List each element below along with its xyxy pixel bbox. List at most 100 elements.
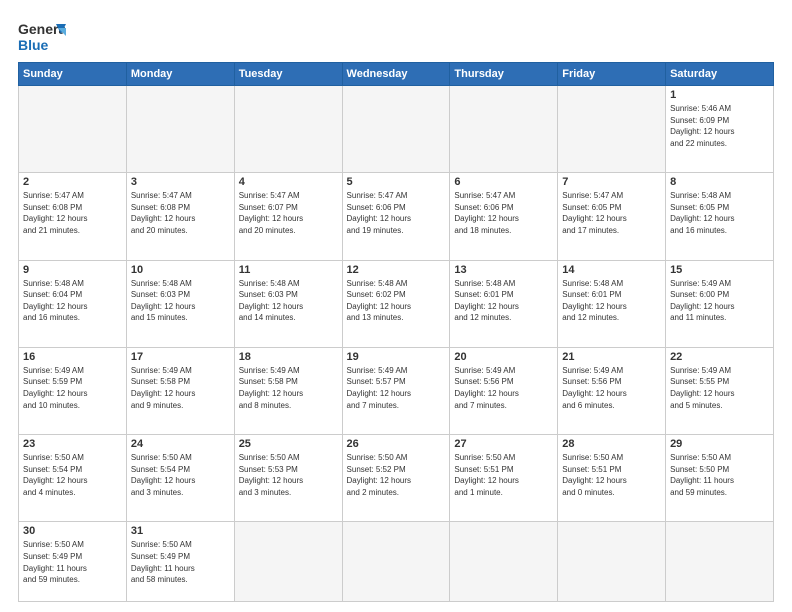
day-info: Sunrise: 5:50 AM Sunset: 5:49 PM Dayligh… [23, 539, 122, 585]
day-number: 6 [454, 176, 553, 188]
day-info: Sunrise: 5:48 AM Sunset: 6:02 PM Dayligh… [347, 278, 446, 324]
day-info: Sunrise: 5:50 AM Sunset: 5:54 PM Dayligh… [131, 452, 230, 498]
calendar-cell [558, 86, 666, 173]
calendar-cell: 16 Sunrise: 5:49 AM Sunset: 5:59 PM Dayli… [19, 347, 127, 434]
weekday-header: Saturday [666, 63, 774, 86]
day-info: Sunrise: 5:48 AM Sunset: 6:01 PM Dayligh… [454, 278, 553, 324]
header: General Blue [18, 16, 774, 54]
calendar-cell: 19Sunrise: 5:49 AM Sunset: 5:57 PM Dayli… [342, 347, 450, 434]
day-info: Sunrise: 5:50 AM Sunset: 5:54 PM Dayligh… [23, 452, 122, 498]
day-number: 28 [562, 438, 661, 450]
calendar-cell: 8 Sunrise: 5:48 AM Sunset: 6:05 PM Daylig… [666, 173, 774, 260]
day-info: Sunrise: 5:49 AM Sunset: 5:55 PM Dayligh… [670, 365, 769, 411]
day-info: Sunrise: 5:47 AM Sunset: 6:08 PM Dayligh… [23, 190, 122, 236]
day-number: 30 [23, 525, 122, 537]
day-info: Sunrise: 5:49 AM Sunset: 6:00 PM Dayligh… [670, 278, 769, 324]
calendar-cell [558, 522, 666, 602]
day-info: Sunrise: 5:49 AM Sunset: 5:59 PM Dayligh… [23, 365, 122, 411]
day-info: Sunrise: 5:49 AM Sunset: 5:58 PM Dayligh… [239, 365, 338, 411]
day-number: 7 [562, 176, 661, 188]
day-info: Sunrise: 5:47 AM Sunset: 6:07 PM Dayligh… [239, 190, 338, 236]
day-number: 21 [562, 351, 661, 363]
day-number: 31 [131, 525, 230, 537]
day-number: 3 [131, 176, 230, 188]
day-info: Sunrise: 5:50 AM Sunset: 5:49 PM Dayligh… [131, 539, 230, 585]
calendar-cell: 6 Sunrise: 5:47 AM Sunset: 6:06 PM Daylig… [450, 173, 558, 260]
calendar-cell: 20 Sunrise: 5:49 AM Sunset: 5:56 PM Dayli… [450, 347, 558, 434]
calendar-cell: 1 Sunrise: 5:46 AM Sunset: 6:09 PM Daylig… [666, 86, 774, 173]
day-info: Sunrise: 5:47 AM Sunset: 6:06 PM Dayligh… [347, 190, 446, 236]
calendar-cell [450, 86, 558, 173]
day-number: 22 [670, 351, 769, 363]
logo: General Blue [18, 16, 66, 54]
day-number: 13 [454, 264, 553, 276]
calendar-cell: 24Sunrise: 5:50 AM Sunset: 5:54 PM Dayli… [126, 435, 234, 522]
calendar-cell: 29 Sunrise: 5:50 AM Sunset: 5:50 PM Dayli… [666, 435, 774, 522]
day-info: Sunrise: 5:47 AM Sunset: 6:06 PM Dayligh… [454, 190, 553, 236]
day-info: Sunrise: 5:50 AM Sunset: 5:50 PM Dayligh… [670, 452, 769, 498]
day-info: Sunrise: 5:49 AM Sunset: 5:56 PM Dayligh… [454, 365, 553, 411]
calendar-cell: 4 Sunrise: 5:47 AM Sunset: 6:07 PM Daylig… [234, 173, 342, 260]
calendar-cell: 25Sunrise: 5:50 AM Sunset: 5:53 PM Dayli… [234, 435, 342, 522]
calendar-cell: 9Sunrise: 5:48 AM Sunset: 6:04 PM Daylig… [19, 260, 127, 347]
weekday-header: Thursday [450, 63, 558, 86]
day-number: 16 [23, 351, 122, 363]
day-info: Sunrise: 5:50 AM Sunset: 5:53 PM Dayligh… [239, 452, 338, 498]
day-number: 29 [670, 438, 769, 450]
weekday-header: Friday [558, 63, 666, 86]
day-number: 12 [347, 264, 446, 276]
weekday-header: Wednesday [342, 63, 450, 86]
calendar-cell: 14 Sunrise: 5:48 AM Sunset: 6:01 PM Dayli… [558, 260, 666, 347]
day-number: 10 [131, 264, 230, 276]
day-info: Sunrise: 5:48 AM Sunset: 6:05 PM Dayligh… [670, 190, 769, 236]
calendar-cell [342, 522, 450, 602]
calendar-cell [19, 86, 127, 173]
day-info: Sunrise: 5:49 AM Sunset: 5:56 PM Dayligh… [562, 365, 661, 411]
day-number: 26 [347, 438, 446, 450]
day-info: Sunrise: 5:47 AM Sunset: 6:08 PM Dayligh… [131, 190, 230, 236]
calendar-cell [342, 86, 450, 173]
calendar-cell: 2 Sunrise: 5:47 AM Sunset: 6:08 PM Daylig… [19, 173, 127, 260]
day-number: 8 [670, 176, 769, 188]
svg-text:Blue: Blue [18, 37, 49, 53]
calendar-cell: 13 Sunrise: 5:48 AM Sunset: 6:01 PM Dayli… [450, 260, 558, 347]
day-number: 15 [670, 264, 769, 276]
weekday-header: Monday [126, 63, 234, 86]
day-info: Sunrise: 5:47 AM Sunset: 6:05 PM Dayligh… [562, 190, 661, 236]
calendar-cell [126, 86, 234, 173]
day-info: Sunrise: 5:50 AM Sunset: 5:51 PM Dayligh… [562, 452, 661, 498]
calendar-cell: 10 Sunrise: 5:48 AM Sunset: 6:03 PM Dayli… [126, 260, 234, 347]
calendar-cell: 3 Sunrise: 5:47 AM Sunset: 6:08 PM Daylig… [126, 173, 234, 260]
calendar-cell: 23 Sunrise: 5:50 AM Sunset: 5:54 PM Dayli… [19, 435, 127, 522]
day-number: 23 [23, 438, 122, 450]
day-number: 14 [562, 264, 661, 276]
day-info: Sunrise: 5:48 AM Sunset: 6:01 PM Dayligh… [562, 278, 661, 324]
day-info: Sunrise: 5:48 AM Sunset: 6:03 PM Dayligh… [131, 278, 230, 324]
day-number: 2 [23, 176, 122, 188]
day-info: Sunrise: 5:46 AM Sunset: 6:09 PM Dayligh… [670, 103, 769, 149]
day-number: 18 [239, 351, 338, 363]
calendar-cell: 22 Sunrise: 5:49 AM Sunset: 5:55 PM Dayli… [666, 347, 774, 434]
day-number: 5 [347, 176, 446, 188]
calendar-cell [666, 522, 774, 602]
calendar-cell: 31 Sunrise: 5:50 AM Sunset: 5:49 PM Dayli… [126, 522, 234, 602]
day-info: Sunrise: 5:50 AM Sunset: 5:52 PM Dayligh… [347, 452, 446, 498]
calendar-cell: 15 Sunrise: 5:49 AM Sunset: 6:00 PM Dayli… [666, 260, 774, 347]
day-info: Sunrise: 5:49 AM Sunset: 5:57 PM Dayligh… [347, 365, 446, 411]
calendar-cell: 27 Sunrise: 5:50 AM Sunset: 5:51 PM Dayli… [450, 435, 558, 522]
day-info: Sunrise: 5:48 AM Sunset: 6:04 PM Dayligh… [23, 278, 122, 324]
day-info: Sunrise: 5:50 AM Sunset: 5:51 PM Dayligh… [454, 452, 553, 498]
calendar-cell: 17Sunrise: 5:49 AM Sunset: 5:58 PM Dayli… [126, 347, 234, 434]
day-number: 1 [670, 89, 769, 101]
weekday-header: Sunday [19, 63, 127, 86]
page: General Blue SundayMondayTuesdayWednesda… [0, 0, 792, 612]
weekday-header: Tuesday [234, 63, 342, 86]
day-number: 27 [454, 438, 553, 450]
calendar-cell: 12 Sunrise: 5:48 AM Sunset: 6:02 PM Dayli… [342, 260, 450, 347]
calendar-table: SundayMondayTuesdayWednesdayThursdayFrid… [18, 62, 774, 602]
calendar-cell: 21 Sunrise: 5:49 AM Sunset: 5:56 PM Dayli… [558, 347, 666, 434]
day-number: 20 [454, 351, 553, 363]
calendar-cell: 18 Sunrise: 5:49 AM Sunset: 5:58 PM Dayli… [234, 347, 342, 434]
calendar-cell: 5 Sunrise: 5:47 AM Sunset: 6:06 PM Daylig… [342, 173, 450, 260]
day-number: 4 [239, 176, 338, 188]
